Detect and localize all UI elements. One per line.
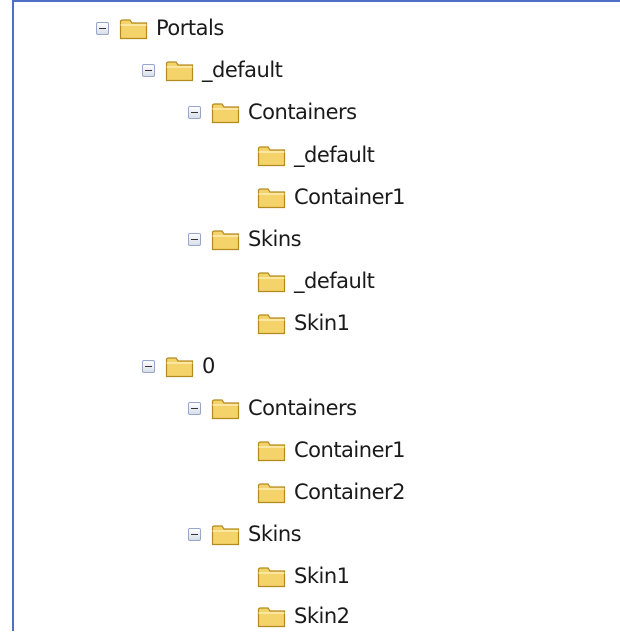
- tree-node-label: Skins: [248, 227, 302, 251]
- folder-icon: [257, 567, 286, 588]
- collapse-minus-icon[interactable]: [188, 232, 201, 246]
- tree-node-label: Container1: [294, 185, 405, 209]
- collapse-minus-icon[interactable]: [188, 105, 201, 119]
- tree-node-label: Containers: [248, 396, 357, 420]
- tree-node-default[interactable]: _default: [142, 50, 283, 90]
- tree-node-0-containers[interactable]: Containers: [188, 388, 357, 428]
- tree-node-portals[interactable]: Portals: [96, 8, 224, 48]
- folder-icon: [211, 525, 240, 546]
- folder-icon: [165, 357, 194, 378]
- folder-icon: [211, 230, 240, 251]
- collapse-minus-icon[interactable]: [188, 527, 201, 541]
- tree-node-0-skins-skin2[interactable]: Skin2: [257, 596, 350, 636]
- collapse-minus-icon[interactable]: [142, 63, 155, 77]
- folder-icon: [257, 314, 286, 335]
- tree-node-0[interactable]: 0: [142, 346, 215, 386]
- collapse-minus-icon[interactable]: [188, 401, 201, 415]
- tree-node-label: Skin2: [294, 604, 350, 628]
- tree-node-label: Portals: [156, 16, 224, 40]
- tree-node-label: _default: [294, 143, 375, 167]
- folder-icon: [257, 607, 286, 628]
- tree-node-label: Skins: [248, 522, 302, 546]
- folder-icon: [257, 272, 286, 293]
- tree-node-0-skins-skin1[interactable]: Skin1: [257, 556, 350, 596]
- tree-node-label: _default: [294, 269, 375, 293]
- collapse-minus-icon[interactable]: [96, 21, 109, 35]
- folder-icon: [257, 483, 286, 504]
- folder-icon: [257, 188, 286, 209]
- folder-icon: [257, 146, 286, 167]
- tree-node-0-containers-container2[interactable]: Container2: [257, 472, 405, 512]
- tree-node-label: Container2: [294, 480, 405, 504]
- tree-node-0-skins[interactable]: Skins: [188, 514, 302, 554]
- tree-node-label: Skin1: [294, 311, 350, 335]
- tree-node-label: Skin1: [294, 564, 350, 588]
- tree-node-label: 0: [202, 354, 215, 378]
- tree-node-label: _default: [202, 58, 283, 82]
- tree-node-default-skins[interactable]: Skins: [188, 219, 302, 259]
- folder-icon: [119, 19, 148, 40]
- tree-node-default-containers[interactable]: Containers: [188, 92, 357, 132]
- tree-node-default-skins-skin1[interactable]: Skin1: [257, 303, 350, 343]
- collapse-minus-icon[interactable]: [142, 359, 155, 373]
- tree-node-default-containers-container1[interactable]: Container1: [257, 177, 405, 217]
- tree-node-default-skins-default[interactable]: _default: [257, 261, 375, 301]
- folder-icon: [211, 103, 240, 124]
- folder-icon: [211, 399, 240, 420]
- tree-node-label: Containers: [248, 100, 357, 124]
- tree-node-label: Container1: [294, 438, 405, 462]
- folder-icon: [165, 61, 194, 82]
- folder-icon: [257, 441, 286, 462]
- tree-node-default-containers-default[interactable]: _default: [257, 135, 375, 175]
- tree-node-0-containers-container1[interactable]: Container1: [257, 430, 405, 470]
